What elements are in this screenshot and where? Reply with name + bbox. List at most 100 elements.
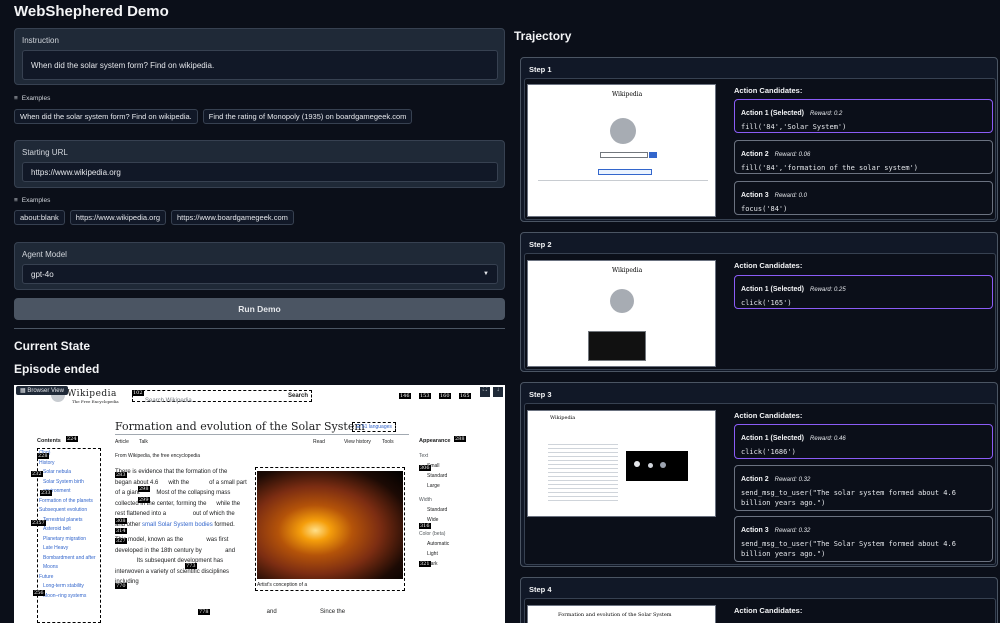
example-about-blank[interactable]: about:blank [14, 210, 65, 225]
thumb-planet [634, 461, 640, 467]
thumb-search [600, 152, 648, 158]
link[interactable] [203, 548, 223, 554]
thumb-logo: Wikipedia [550, 415, 576, 421]
tab-tools[interactable]: Tools [382, 439, 394, 445]
translate-icon: ☰ [356, 424, 361, 430]
step-2: Step 2 Wikipedia Action Candidates: Acti… [520, 232, 998, 372]
examples-label-text: Examples [21, 95, 51, 102]
candidate-selected[interactable]: Action 1 (Selected) Reward: 0.46 click('1… [734, 424, 993, 459]
solar-nebula-image[interactable] [257, 471, 403, 579]
text: Most of the [156, 490, 187, 496]
radio-standard[interactable]: Standard [419, 471, 499, 481]
run-demo-button[interactable]: Run Demo [14, 298, 505, 320]
from-wikipedia: From Wikipedia, the free encyclopedia [115, 453, 201, 459]
link[interactable] [185, 537, 205, 543]
instruction-examples-label: ≡ Examples [14, 95, 50, 102]
element-tag: 146 [399, 393, 411, 399]
step-title: Step 4 [529, 585, 552, 594]
link[interactable] [236, 511, 249, 517]
candidate-title: Action 1 (Selected) [741, 286, 805, 293]
tab-article[interactable]: Article [115, 439, 129, 445]
list-icon: ≡ [14, 95, 18, 102]
link[interactable] [191, 480, 208, 486]
candidate[interactable]: Action 2 Reward: 0.32 send_msg_to_user("T… [734, 465, 993, 511]
candidate-selected[interactable]: Action 1 (Selected) Reward: 0.25 click('1… [734, 275, 993, 309]
fullscreen-icon[interactable]: ⛶ [480, 387, 490, 397]
element-tag: 298 [138, 486, 150, 492]
tab-talk[interactable]: Talk [139, 439, 148, 445]
example-solar-system[interactable]: When did the solar system form? Find on … [14, 109, 198, 124]
candidate[interactable]: Action 3 Reward: 0.0 focus('84') [734, 181, 993, 215]
link[interactable] [160, 480, 167, 486]
candidate-reward: Reward: 0.32 [774, 528, 811, 534]
radio-automatic[interactable]: Automatic [419, 539, 499, 549]
tab-view-history[interactable]: View history [344, 439, 371, 445]
url-examples-label: ≡ Examples [14, 197, 50, 204]
candidate-reward: Reward: 0.46 [810, 436, 846, 442]
caret-down-icon: ▼ [483, 271, 489, 277]
element-tag: 283 [115, 472, 127, 478]
languages-label: 51 languages [361, 424, 392, 430]
thumb-planet [648, 463, 653, 468]
article-body-tail: and Since the [115, 609, 405, 615]
download-icon[interactable]: ↓ [493, 387, 503, 397]
agent-model-panel: Agent Model gpt-4o ▼ [14, 242, 505, 290]
wiki-search-input[interactable]: Search Wikipedia [132, 390, 312, 404]
candidate-code: fill('84','Solar System') [741, 123, 847, 131]
radio-width-wide[interactable]: Wide [419, 515, 499, 525]
tab-read[interactable]: Read [313, 439, 325, 445]
link[interactable] [208, 501, 215, 507]
radio-light[interactable]: Light [419, 549, 499, 559]
element-tag: 316 [419, 523, 431, 529]
url-examples: about:blank https://www.wikipedia.org http… [14, 209, 505, 225]
agent-model-label: Agent Model [22, 250, 67, 259]
browser-view: ▦ Browser View ⛶ ↓ Wikipedia The Free En… [14, 385, 505, 623]
candidate-code: send_msg_to_user("The solar system forme… [741, 489, 956, 507]
link[interactable] [168, 511, 191, 517]
step-1: Step 1 Wikipedia Action Candidates: Acti… [520, 57, 998, 222]
candidate-title: Action 1 (Selected) [741, 435, 805, 442]
text: began about 4.6 [115, 479, 159, 486]
step-screenshot: Formation and evolution of the Solar Sys… [527, 605, 716, 623]
link[interactable] [229, 469, 242, 475]
starting-url-input[interactable]: https://www.wikipedia.org [22, 162, 498, 182]
text: Its subsequent [136, 558, 176, 564]
radio-dark[interactable]: Dark [419, 559, 499, 569]
image-caption: Artist's conception of a [257, 582, 308, 588]
agent-model-value: gpt-4o [31, 269, 54, 279]
divider [14, 328, 505, 329]
step-body: Wikipedia Action Candidates: Action 1 (S… [524, 78, 996, 220]
thumb-download [598, 169, 652, 175]
candidate-code: click('165') [741, 299, 792, 307]
link[interactable] [115, 558, 135, 564]
element-tag: 224 [66, 436, 78, 442]
instruction-panel: Instruction When did the solar system fo… [14, 28, 505, 85]
instruction-input[interactable]: When did the solar system form? Find on … [22, 50, 498, 80]
step-body: Wikipedia Action Candidates: Action 1 (S… [524, 403, 996, 565]
radio-large[interactable]: Large [419, 481, 499, 491]
candidate-selected[interactable]: Action 1 (Selected) Reward: 0.2 fill('84'… [734, 99, 993, 133]
candidate-title: Action 1 (Selected) [741, 110, 805, 117]
element-tag: 314 [115, 528, 127, 534]
element-tag: 228 [37, 453, 49, 459]
text: and [225, 547, 236, 554]
wiki-search-button[interactable]: Search [288, 393, 308, 399]
languages-button[interactable]: ☰ 51 languages [352, 422, 396, 432]
candidate[interactable]: Action 2 Reward: 0.06 fill('84','formatio… [734, 140, 993, 174]
radio-width-standard[interactable]: Standard [419, 505, 499, 515]
current-state-heading: Current State [14, 339, 91, 353]
example-wikipedia[interactable]: https://www.wikipedia.org [69, 210, 166, 225]
example-monopoly[interactable]: Find the rating of Monopoly (1935) on bo… [202, 109, 413, 124]
agent-model-select[interactable]: gpt-4o ▼ [22, 264, 498, 284]
thumb-rule [538, 180, 708, 181]
link[interactable]: System bodies [173, 522, 212, 528]
candidate-reward: Reward: 0.06 [774, 152, 811, 158]
wikipedia-globe-icon [610, 118, 636, 144]
candidate-code: fill('84','formation of the solar system… [741, 164, 919, 172]
example-boardgamegeek[interactable]: https://www.boardgamegeek.com [171, 210, 294, 225]
radio-small[interactable]: Small [419, 461, 499, 471]
wiki-logo: Wikipedia [67, 389, 117, 399]
candidate[interactable]: Action 3 Reward: 0.32 send_msg_to_user("T… [734, 516, 993, 562]
article-title-rule [115, 434, 409, 435]
link[interactable]: small Solar [142, 522, 172, 528]
